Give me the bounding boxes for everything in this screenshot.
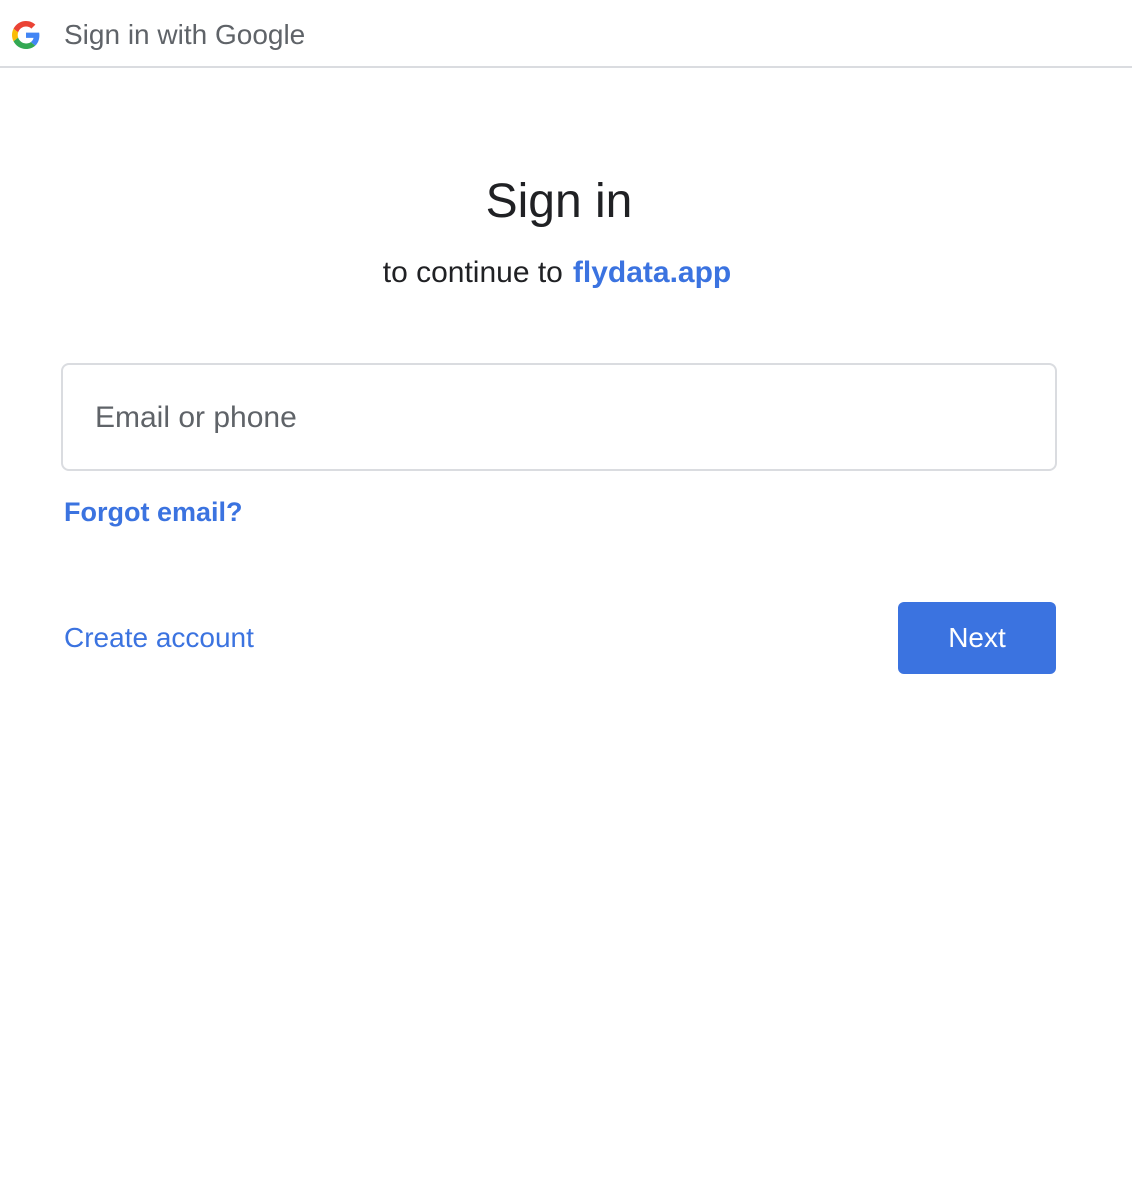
forgot-email-link[interactable]: Forgot email?: [64, 494, 243, 530]
create-account-link[interactable]: Create account: [64, 620, 254, 656]
google-g-icon: [12, 21, 40, 49]
app-name-link[interactable]: flydata.app: [573, 256, 731, 289]
top-bar: Sign in with Google: [0, 0, 1132, 68]
page-title: Sign in: [485, 175, 633, 228]
email-field[interactable]: [61, 363, 1057, 471]
page-subtitle: to continue to flydata.app: [0, 254, 1114, 292]
next-button[interactable]: Next: [898, 602, 1056, 674]
subtitle-prefix: to continue to: [382, 256, 563, 289]
window-title: Sign in with Google: [64, 19, 306, 50]
email-input[interactable]: [93, 365, 1027, 471]
